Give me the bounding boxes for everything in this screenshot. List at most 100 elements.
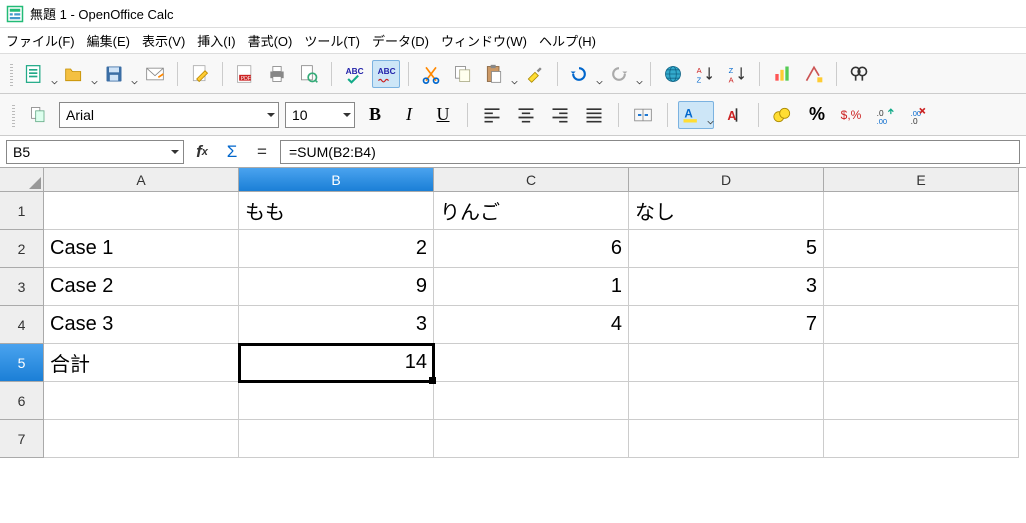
cell-D5[interactable] <box>629 344 824 382</box>
find-icon[interactable] <box>845 60 873 88</box>
col-header-E[interactable]: E <box>824 168 1019 192</box>
left-to-right-icon[interactable]: A <box>678 101 714 129</box>
select-all-corner[interactable] <box>0 168 44 192</box>
cell-B7[interactable] <box>239 420 434 458</box>
menu-file[interactable]: ファイル(F) <box>6 31 75 50</box>
spreadsheet-grid[interactable]: A B C D E <box>0 168 1026 192</box>
row-header-6[interactable]: 6 <box>0 382 44 420</box>
row-header-2[interactable]: 2 <box>0 230 44 268</box>
cell-E1[interactable] <box>824 192 1019 230</box>
new-doc-icon[interactable] <box>21 60 57 88</box>
row-header-1[interactable]: 1 <box>0 192 44 230</box>
cell-C2[interactable]: 6 <box>434 230 629 268</box>
print-preview-icon[interactable] <box>295 60 323 88</box>
open-icon[interactable] <box>61 60 97 88</box>
save-icon[interactable] <box>101 60 137 88</box>
standard-format-icon[interactable]: $,% <box>837 101 865 129</box>
cell-D1[interactable]: なし <box>629 192 824 230</box>
menu-insert[interactable]: 挿入(I) <box>197 31 235 50</box>
undo-icon[interactable] <box>566 60 602 88</box>
print-icon[interactable] <box>263 60 291 88</box>
redo-icon[interactable] <box>606 60 642 88</box>
styles-icon[interactable] <box>25 101 53 129</box>
paste-icon[interactable] <box>481 60 517 88</box>
merge-cells-icon[interactable] <box>629 101 657 129</box>
delete-decimal-icon[interactable]: .00.0 <box>905 101 933 129</box>
spellcheck-icon[interactable]: ABC <box>340 60 368 88</box>
cell-A2[interactable]: Case 1 <box>44 230 239 268</box>
col-header-C[interactable]: C <box>434 168 629 192</box>
row-header-5[interactable]: 5 <box>0 344 44 382</box>
cell-C3[interactable]: 1 <box>434 268 629 306</box>
cell-B3[interactable]: 9 <box>239 268 434 306</box>
sort-desc-icon[interactable]: ZA <box>723 60 751 88</box>
cell-E5[interactable] <box>824 344 1019 382</box>
cell-C7[interactable] <box>434 420 629 458</box>
cell-B2[interactable]: 2 <box>239 230 434 268</box>
edit-file-icon[interactable] <box>186 60 214 88</box>
row-header-3[interactable]: 3 <box>0 268 44 306</box>
email-icon[interactable] <box>141 60 169 88</box>
cell-E2[interactable] <box>824 230 1019 268</box>
bold-button[interactable]: B <box>361 101 389 129</box>
cell-A3[interactable]: Case 2 <box>44 268 239 306</box>
cell-A7[interactable] <box>44 420 239 458</box>
col-header-D[interactable]: D <box>629 168 824 192</box>
row-header-7[interactable]: 7 <box>0 420 44 458</box>
function-wizard-icon[interactable]: fx <box>190 140 214 164</box>
menu-data[interactable]: データ(D) <box>372 31 429 50</box>
cell-C1[interactable]: りんご <box>434 192 629 230</box>
equals-icon[interactable]: = <box>250 140 274 164</box>
show-draw-icon[interactable] <box>800 60 828 88</box>
cell-B6[interactable] <box>239 382 434 420</box>
auto-spellcheck-icon[interactable]: ABC <box>372 60 400 88</box>
italic-button[interactable]: I <box>395 101 423 129</box>
cell-D3[interactable]: 3 <box>629 268 824 306</box>
chart-icon[interactable] <box>768 60 796 88</box>
row-header-4[interactable]: 4 <box>0 306 44 344</box>
currency-icon[interactable] <box>769 101 797 129</box>
sort-asc-icon[interactable]: AZ <box>691 60 719 88</box>
menu-tools[interactable]: ツール(T) <box>304 31 360 50</box>
cell-C6[interactable] <box>434 382 629 420</box>
percent-icon[interactable]: % <box>803 101 831 129</box>
formula-input[interactable]: =SUM(B2:B4) <box>280 140 1020 164</box>
cut-icon[interactable] <box>417 60 445 88</box>
menu-window[interactable]: ウィンドウ(W) <box>441 31 527 50</box>
font-name-select[interactable]: Arial <box>59 102 279 128</box>
align-right-icon[interactable] <box>546 101 574 129</box>
menu-view[interactable]: 表示(V) <box>142 31 185 50</box>
cell-C5[interactable] <box>434 344 629 382</box>
cell-E6[interactable] <box>824 382 1019 420</box>
underline-button[interactable]: U <box>429 101 457 129</box>
right-to-left-icon[interactable]: A <box>720 101 748 129</box>
pdf-export-icon[interactable]: PDF <box>231 60 259 88</box>
cell-E7[interactable] <box>824 420 1019 458</box>
cell-D2[interactable]: 5 <box>629 230 824 268</box>
cell-B5[interactable]: 14 <box>239 344 434 382</box>
font-size-select[interactable]: 10 <box>285 102 355 128</box>
menu-edit[interactable]: 編集(E) <box>87 31 130 50</box>
menu-format[interactable]: 書式(O) <box>248 31 293 50</box>
col-header-B[interactable]: B <box>239 168 434 192</box>
cell-D6[interactable] <box>629 382 824 420</box>
menu-help[interactable]: ヘルプ(H) <box>539 31 596 50</box>
cell-C4[interactable]: 4 <box>434 306 629 344</box>
cell-A4[interactable]: Case 3 <box>44 306 239 344</box>
cell-D7[interactable] <box>629 420 824 458</box>
cell-B4[interactable]: 3 <box>239 306 434 344</box>
cell-A6[interactable] <box>44 382 239 420</box>
align-justify-icon[interactable] <box>580 101 608 129</box>
cell-A1[interactable] <box>44 192 239 230</box>
cell-E4[interactable] <box>824 306 1019 344</box>
hyperlink-icon[interactable] <box>659 60 687 88</box>
add-decimal-icon[interactable]: .0.00 <box>871 101 899 129</box>
cell-B1[interactable]: もも <box>239 192 434 230</box>
col-header-A[interactable]: A <box>44 168 239 192</box>
align-center-icon[interactable] <box>512 101 540 129</box>
cell-D4[interactable]: 7 <box>629 306 824 344</box>
align-left-icon[interactable] <box>478 101 506 129</box>
sum-icon[interactable]: Σ <box>220 140 244 164</box>
copy-icon[interactable] <box>449 60 477 88</box>
cell-E3[interactable] <box>824 268 1019 306</box>
